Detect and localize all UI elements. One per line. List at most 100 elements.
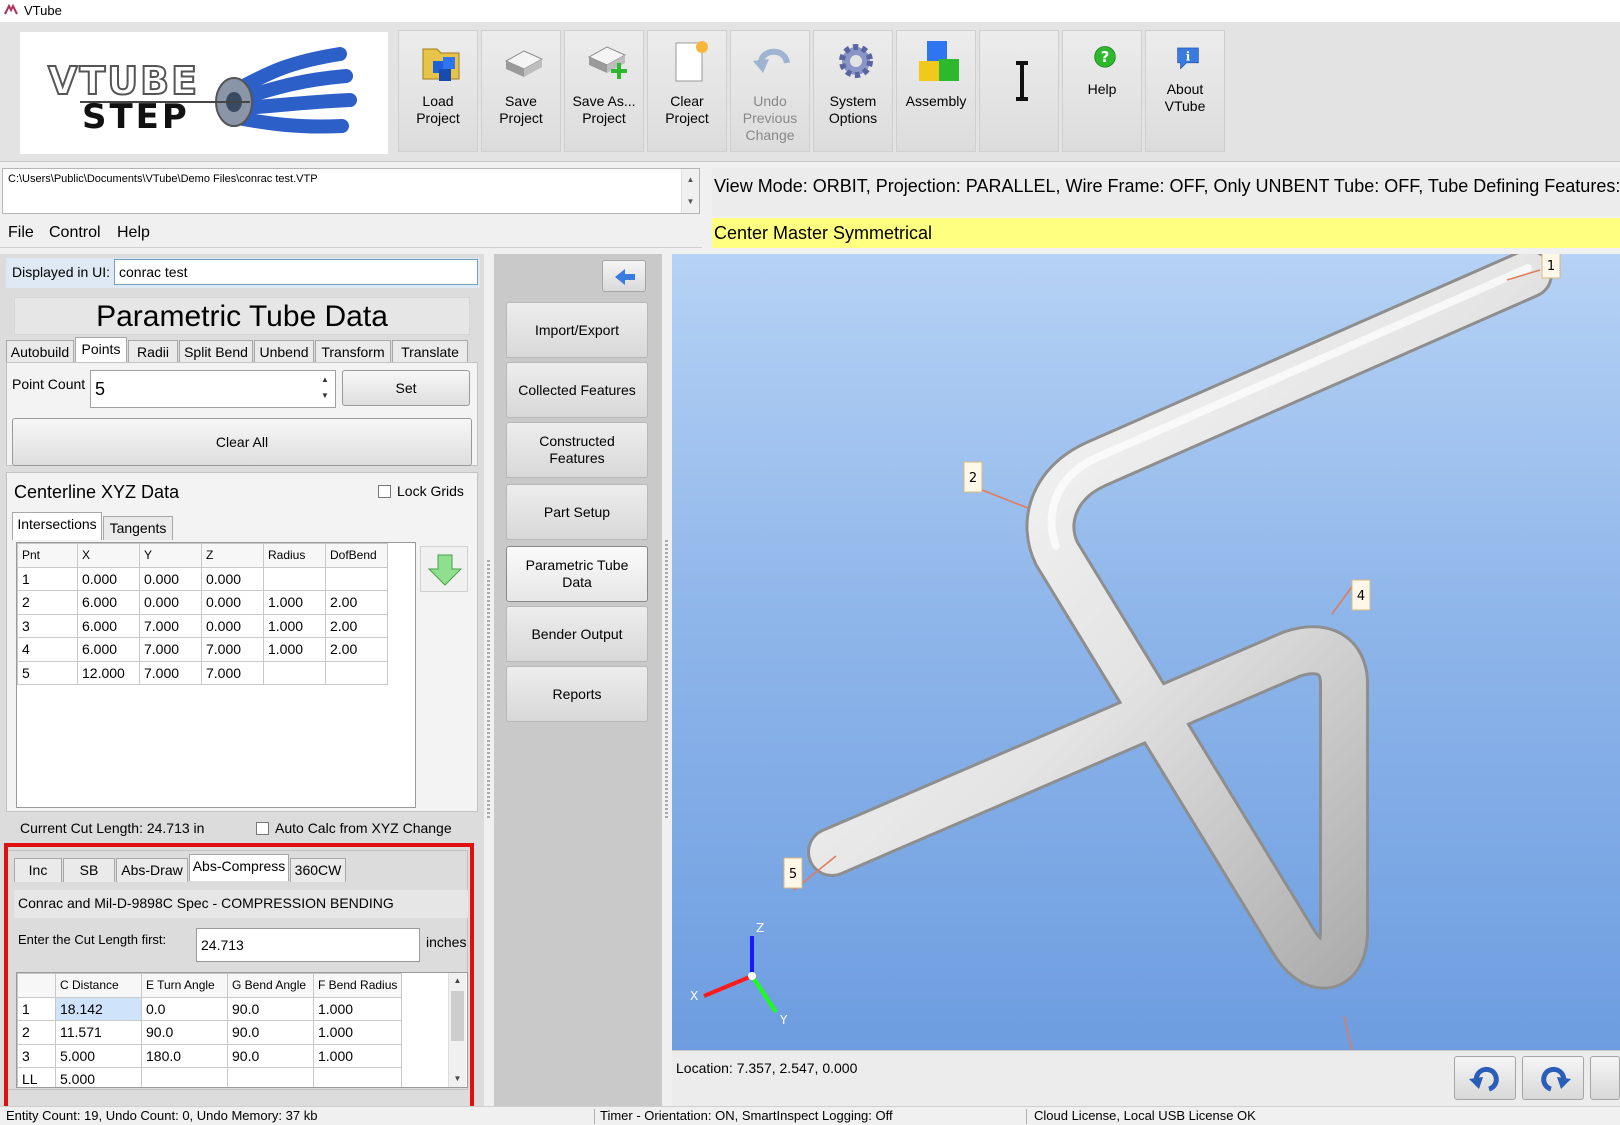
column-header[interactable]: Pnt	[17, 543, 78, 568]
column-header[interactable]: Y	[139, 543, 202, 568]
table-cell[interactable]: 6.000	[77, 590, 140, 615]
nav-constructed-features[interactable]: Constructed Features	[506, 422, 648, 478]
table-cell[interactable]: 0.000	[201, 590, 264, 615]
load-project-button[interactable]: Load Project	[398, 30, 478, 152]
system-options-button[interactable]: System Options	[813, 30, 893, 152]
tab-autobuild[interactable]: Autobuild	[6, 340, 74, 364]
help-button[interactable]: ? Help	[1062, 30, 1142, 152]
column-header[interactable]: Z	[201, 543, 264, 568]
down-arrow-button[interactable]	[420, 546, 468, 592]
nav-part-setup[interactable]: Part Setup	[506, 484, 648, 540]
table-cell[interactable]: 2.00	[325, 637, 388, 662]
table-cell[interactable]: 1.000	[263, 637, 326, 662]
rotate-left-button[interactable]	[1454, 1056, 1516, 1100]
tab-unbend[interactable]: Unbend	[254, 340, 314, 364]
right-splitter[interactable]	[665, 540, 668, 820]
assembly-button[interactable]: Assembly	[896, 30, 976, 152]
table-cell[interactable]: 4	[17, 637, 78, 662]
menu-control[interactable]: Control	[43, 218, 107, 248]
table-cell[interactable]: 12.000	[77, 660, 140, 685]
table-cell[interactable]: 2.00	[325, 613, 388, 638]
table-cell[interactable]: 1	[17, 566, 78, 591]
table-cell[interactable]: 0.000	[139, 590, 202, 615]
table-cell[interactable]: 6.000	[77, 613, 140, 638]
column-header[interactable]: DofBend	[325, 543, 388, 568]
lock-grids-checkbox[interactable]: Lock Grids	[378, 483, 464, 499]
tab-points[interactable]: Points	[75, 337, 127, 364]
rotate-right-button[interactable]	[1522, 1056, 1584, 1100]
set-button[interactable]: Set	[342, 370, 470, 406]
point-label-5[interactable]: 5	[783, 857, 803, 889]
undo-previous-change-button[interactable]: Undo Previous Change	[730, 30, 810, 152]
system-options-label: System Options	[828, 93, 878, 126]
table-cell[interactable]: 7.000	[139, 637, 202, 662]
more-view-button[interactable]	[1590, 1056, 1620, 1100]
nav-parametric-tube-data[interactable]: Parametric Tube Data	[506, 546, 648, 602]
table-cell[interactable]: 0.000	[201, 566, 264, 591]
save-as-project-button[interactable]: Save As... Project	[564, 30, 644, 152]
xyz-grid[interactable]: Pnt X Y Z Radius DofBend 1 0.000 0.000 0.00…	[16, 542, 416, 808]
about-vtube-button[interactable]: i About VTube	[1145, 30, 1225, 152]
clear-project-button[interactable]: Clear Project	[647, 30, 727, 152]
point-label-4[interactable]: 4	[1351, 579, 1371, 611]
tab-split-bend[interactable]: Split Bend	[179, 340, 253, 364]
tab-intersections[interactable]: Intersections	[12, 512, 102, 540]
text-cursor-button[interactable]	[979, 30, 1059, 152]
table-cell[interactable]	[263, 660, 326, 685]
table-cell[interactable]: 1.000	[263, 590, 326, 615]
auto-calc-checkbox[interactable]: Auto Calc from XYZ Change	[256, 820, 452, 836]
table-cell[interactable]: 2	[17, 590, 78, 615]
tab-translate[interactable]: Translate	[392, 340, 468, 364]
table-cell[interactable]: 7.000	[139, 613, 202, 638]
table-cell[interactable]	[325, 660, 388, 685]
tab-tangents[interactable]: Tangents	[103, 516, 173, 540]
status-separator	[594, 1109, 595, 1124]
nav-import-export[interactable]: Import/Export	[506, 302, 648, 358]
menu-help[interactable]: Help	[111, 218, 156, 248]
table-cell[interactable]: 6.000	[77, 637, 140, 662]
tab-radii[interactable]: Radii	[128, 340, 178, 364]
checkbox-box[interactable]	[256, 822, 269, 835]
xyz-table-row[interactable]: 5 12.000 7.000 7.000	[17, 660, 388, 685]
table-cell[interactable]: 7.000	[201, 660, 264, 685]
3d-viewport[interactable]: 1 2 4 5 Z X Y	[672, 254, 1620, 1050]
xyz-table-row[interactable]: 3 6.000 7.000 0.000 1.000 2.00	[17, 613, 388, 638]
table-cell[interactable]: 0.000	[201, 613, 264, 638]
table-cell[interactable]: 3	[17, 613, 78, 638]
spin-down-icon[interactable]: ▼	[318, 388, 332, 404]
nav-collected-features[interactable]: Collected Features	[506, 362, 648, 418]
point-count-input[interactable]: 5	[90, 370, 336, 408]
xyz-table-row[interactable]: 4 6.000 7.000 7.000 1.000 2.00	[17, 637, 388, 662]
clear-all-button[interactable]: Clear All	[12, 418, 472, 466]
point-count-spinner[interactable]: ▲ ▼	[318, 372, 332, 406]
point-label-2[interactable]: 2	[963, 461, 983, 493]
xyz-table-row[interactable]: 1 0.000 0.000 0.000	[17, 566, 388, 591]
nav-bender-output[interactable]: Bender Output	[506, 606, 648, 662]
table-cell[interactable]: 5	[17, 660, 78, 685]
point-label-1[interactable]: 1	[1541, 254, 1561, 279]
table-cell[interactable]: 7.000	[201, 637, 264, 662]
path-scrollbar[interactable]: ▲ ▼	[681, 169, 699, 213]
save-project-button[interactable]: Save Project	[481, 30, 561, 152]
left-splitter[interactable]	[487, 560, 490, 820]
column-header[interactable]: X	[77, 543, 140, 568]
table-cell[interactable]: 0.000	[139, 566, 202, 591]
tab-transform[interactable]: Transform	[315, 340, 391, 364]
displayed-in-ui-input[interactable]: conrac test	[114, 259, 478, 285]
table-cell[interactable]: 2.00	[325, 590, 388, 615]
column-header[interactable]: Radius	[263, 543, 326, 568]
scroll-down-icon[interactable]: ▼	[682, 191, 699, 213]
menu-file[interactable]: File	[2, 218, 40, 248]
checkbox-box[interactable]	[378, 485, 391, 498]
table-cell[interactable]: 0.000	[77, 566, 140, 591]
table-cell[interactable]: 7.000	[139, 660, 202, 685]
nav-reports[interactable]: Reports	[506, 666, 648, 722]
back-button[interactable]	[602, 260, 646, 292]
table-cell[interactable]: 1.000	[263, 613, 326, 638]
xyz-table-row[interactable]: 2 6.000 0.000 0.000 1.000 2.00	[17, 590, 388, 615]
file-path-box[interactable]: C:\Users\Public\Documents\VTube\Demo Fil…	[2, 168, 700, 214]
scroll-up-icon[interactable]: ▲	[682, 169, 699, 191]
spin-up-icon[interactable]: ▲	[318, 372, 332, 388]
table-cell[interactable]	[325, 566, 388, 591]
table-cell[interactable]	[263, 566, 326, 591]
